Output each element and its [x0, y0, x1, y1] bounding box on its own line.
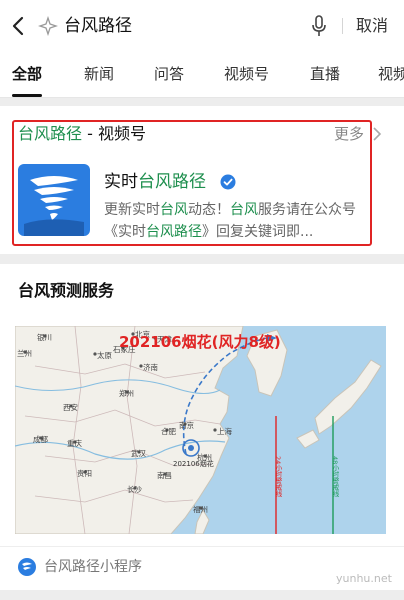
map-label: 西安: [63, 402, 78, 412]
map-label: 福州: [193, 505, 208, 514]
map-label: 郑州: [119, 388, 134, 398]
name-prefix: 实时: [104, 172, 138, 192]
cancel-button[interactable]: 取消: [356, 15, 388, 37]
map-label: 成都: [33, 434, 48, 444]
service-title: 台风预测服务: [18, 281, 115, 300]
desc-highlight: 台风路径: [146, 224, 202, 240]
mini-program-icon[interactable]: [18, 558, 36, 576]
map-label: 南京: [179, 420, 194, 430]
typhoon-map[interactable]: 北京 天津 石家庄 太原 济南 郑州 西安 合肥 南京 上海 武汉 长沙 南昌 …: [15, 326, 386, 534]
map-canvas: 北京 天津 石家庄 太原 济南 郑州 西安 合肥 南京 上海 武汉 长沙 南昌 …: [15, 326, 386, 534]
search-input[interactable]: 台风路径: [64, 14, 132, 38]
name-highlight: 台风路径: [138, 172, 206, 192]
watermark: yunhu.net: [336, 572, 392, 585]
warning-line-24h-label: 24小时警戒线: [274, 456, 282, 497]
map-label: 长沙: [127, 484, 142, 494]
desc-text: 动态！: [188, 202, 230, 218]
chevron-right-icon[interactable]: [372, 127, 382, 141]
desc-highlight: 台风: [230, 202, 258, 218]
storm-headline: 202106烟花(风力8级): [119, 333, 281, 351]
tab-qa[interactable]: 问答: [154, 64, 184, 84]
section-title[interactable]: 台风路径 - 视频号: [18, 123, 146, 145]
desc-text: 》回复关键词即...: [202, 224, 314, 240]
more-link[interactable]: 更多: [334, 124, 364, 144]
divider: [0, 546, 404, 547]
typhoon-service-card: 台风预测服务 北京 天津 石家庄 太原 济南 郑州 西安 合肥 南京 上海 武汉…: [0, 264, 404, 590]
map-label: 南昌: [157, 470, 172, 480]
map-label: 武汉: [131, 448, 146, 458]
tab-all[interactable]: 全部: [12, 64, 42, 84]
search-bar: 台风路径 取消: [0, 0, 404, 52]
tab-video[interactable]: 视频: [378, 64, 404, 84]
tab-news[interactable]: 新闻: [84, 64, 114, 84]
sparkle-icon: [38, 16, 58, 36]
tab-bar: 全部 新闻 问答 视频号 直播 视频: [0, 52, 404, 98]
warning-line-48h-label: 48小时警戒线: [331, 456, 339, 497]
storm-label: 202106烟花: [173, 459, 214, 468]
desc-text: 更新实时: [104, 202, 160, 218]
account-description: 更新实时台风动态！台风服务请在公众号《实时台风路径》回复关键词即...: [104, 199, 376, 243]
verified-badge-icon: [220, 174, 236, 190]
map-label: 贵阳: [77, 468, 92, 478]
active-tab-indicator: [12, 94, 42, 97]
map-label: 上海: [217, 426, 232, 436]
map-label: 银川: [37, 333, 52, 342]
account-name[interactable]: 实时台风路径: [104, 170, 206, 194]
mini-program-link[interactable]: 台风路径小程序: [44, 558, 142, 576]
title-highlight: 台风路径: [18, 124, 83, 143]
map-label: 兰州: [17, 348, 32, 358]
tab-channels[interactable]: 视频号: [224, 64, 269, 84]
map-label: 合肥: [161, 426, 176, 436]
desc-highlight: 台风: [160, 202, 188, 218]
divider: [342, 18, 343, 34]
map-label: 济南: [143, 362, 158, 372]
channel-result-card: 台风路径 - 视频号 更多 实时台风路径 更新实时台风动态！台风服务请在公众号《…: [0, 106, 404, 254]
back-arrow-icon[interactable]: [8, 14, 30, 38]
title-suffix: - 视频号: [82, 124, 146, 143]
microphone-icon[interactable]: [310, 15, 328, 37]
typhoon-logo-icon[interactable]: [18, 164, 90, 236]
map-label: 太原: [97, 350, 112, 360]
tab-live[interactable]: 直播: [310, 64, 340, 84]
map-label: 重庆: [67, 438, 82, 448]
